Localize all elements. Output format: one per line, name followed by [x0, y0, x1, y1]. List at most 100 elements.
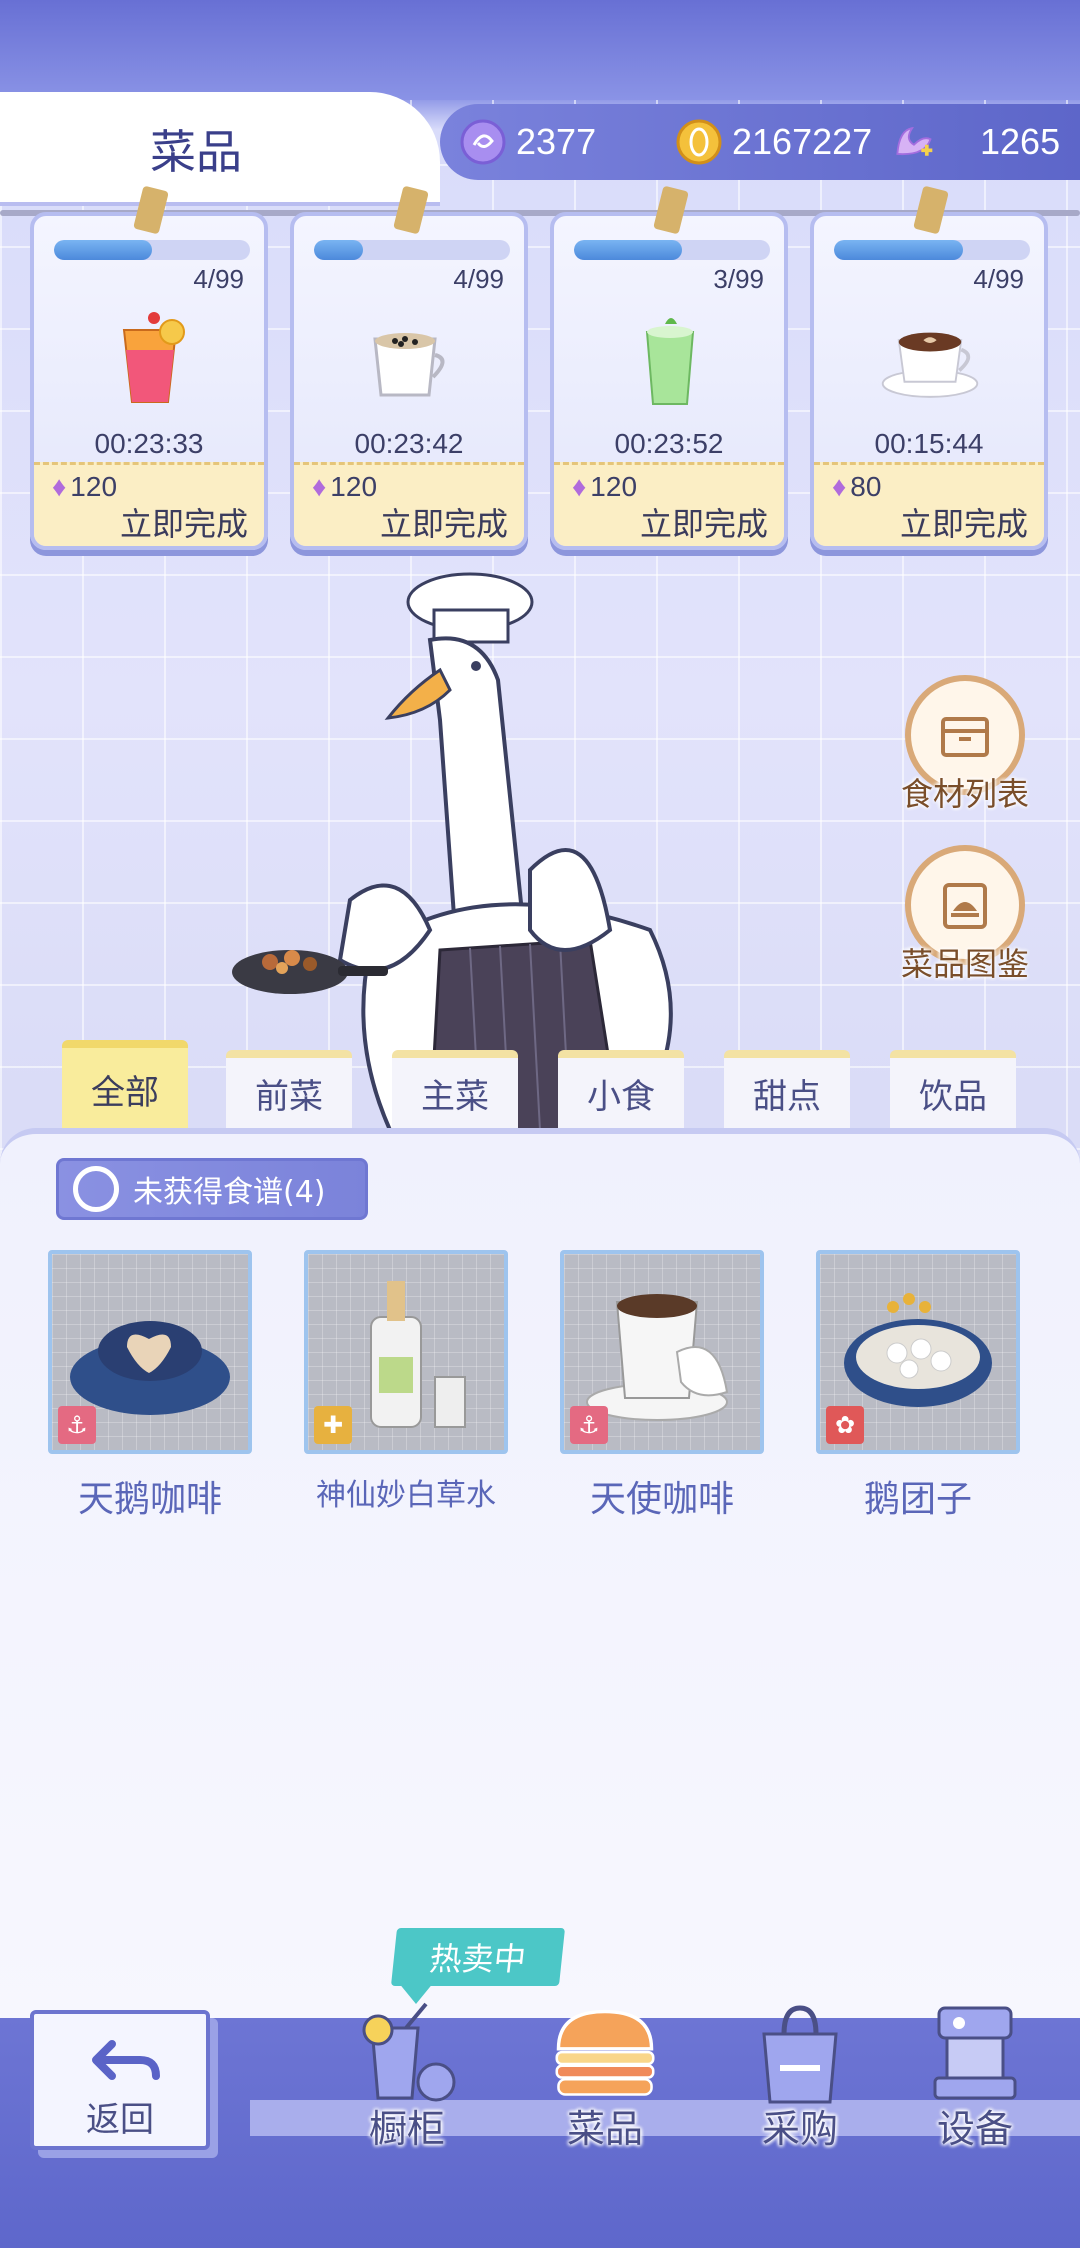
finish-now-label: 立即完成 — [379, 505, 508, 543]
recipe-name: 神仙妙白草水 — [316, 1478, 496, 1513]
ingredient-list-button[interactable]: 食材列表 — [900, 675, 1030, 825]
progress-bar — [834, 240, 1030, 260]
recipe-card[interactable]: ✿ 鹅团子 — [816, 1250, 1020, 1522]
tab-drinks[interactable]: 饮品 — [890, 1050, 1016, 1128]
recipe-book-label: 菜品图鉴 — [900, 945, 1029, 983]
cooking-slot-4[interactable]: 4/99 00:15:44 ♦ 80 立即完成 — [810, 185, 1048, 550]
back-button[interactable]: 返回 — [30, 2010, 210, 2150]
latte-art-cup-icon — [878, 308, 982, 412]
ingredient-list-label: 食材列表 — [900, 775, 1029, 813]
currency-gold-value: 2167227 — [732, 121, 873, 162]
back-label: 返回 — [86, 2100, 154, 2140]
currency-gem[interactable]: 1265 — [890, 104, 1060, 180]
swan-coffee-image: ⚓ — [48, 1250, 252, 1454]
finish-now-button[interactable]: ♦ 120 立即完成 — [294, 462, 524, 546]
finish-now-label: 立即完成 — [119, 505, 248, 543]
finish-now-button[interactable]: ♦ 120 立即完成 — [34, 462, 264, 546]
finish-now-label: 立即完成 — [639, 505, 768, 543]
currency-purple-value: 2377 — [516, 121, 597, 162]
nav-purchase-label: 采购 — [761, 2107, 838, 2151]
slot-timer: 00:23:52 — [614, 428, 724, 459]
currency-bar: 2377 2167227 1265 — [440, 104, 1080, 180]
nav-purchase[interactable]: 采购 — [725, 1998, 875, 2151]
anchor-icon: ⚓ — [58, 1406, 96, 1444]
shopping-bag-icon — [745, 1998, 855, 2108]
slot-count: 4/99 — [453, 264, 504, 294]
anchor-icon: ⚓ — [570, 1406, 608, 1444]
matcha-drink-icon — [618, 308, 722, 412]
top-strip — [0, 0, 1080, 100]
slot-count: 3/99 — [713, 264, 764, 294]
cost-value: 120 — [330, 471, 378, 502]
tab-main-course[interactable]: 主菜 — [392, 1050, 518, 1128]
cost: ♦ 80 — [832, 471, 881, 503]
slot-count: 4/99 — [193, 264, 244, 294]
herbal-water-image: ✚ — [304, 1250, 508, 1454]
nav-cabinet[interactable]: 橱柜 — [332, 1998, 482, 2151]
recipe-name: 天鹅咖啡 — [77, 1479, 222, 1520]
swan-gem-icon — [890, 119, 936, 165]
coffee-machine-icon — [920, 1998, 1030, 2108]
hot-selling-badge: 热卖中 — [390, 1928, 566, 1986]
cooking-slot-1[interactable]: 4/99 00:23:33 ♦ 120 立即完成 — [30, 185, 268, 550]
finish-now-button[interactable]: ♦ 80 立即完成 — [814, 462, 1044, 546]
unowned-recipes-filter-button[interactable]: 未获得食谱(4) — [56, 1158, 368, 1220]
gift-icon: ✿ — [826, 1406, 864, 1444]
header: 菜品 2377 2167227 1265 — [0, 92, 1080, 202]
goose-dumpling-image: ✿ — [816, 1250, 1020, 1454]
cost: ♦ 120 — [312, 471, 377, 503]
progress-bar — [54, 240, 250, 260]
drink-cabinet-icon — [352, 1998, 462, 2108]
page-title: 菜品 — [150, 125, 242, 179]
unowned-recipes-label: 未获得食谱(4) — [133, 1175, 326, 1210]
recipe-card[interactable]: ✚ 神仙妙白草水 — [304, 1250, 508, 1514]
swan-gem-icon: ♦ — [52, 471, 67, 502]
cost-value: 80 — [850, 471, 882, 502]
slot-timer: 00:23:42 — [354, 428, 464, 459]
cost-value: 120 — [70, 471, 118, 502]
cooking-slot-3[interactable]: 3/99 00:23:52 ♦ 120 立即完成 — [550, 185, 788, 550]
nav-dishes-label: 菜品 — [566, 2107, 643, 2151]
cost-value: 120 — [590, 471, 638, 502]
recipe-card[interactable]: ⚓ 天使咖啡 — [560, 1250, 764, 1522]
swan-gem-icon: ♦ — [572, 471, 587, 502]
recipe-name: 鹅团子 — [863, 1479, 972, 1520]
tab-all[interactable]: 全部 — [62, 1040, 188, 1130]
slot-timer: 00:23:33 — [94, 428, 204, 459]
finish-now-label: 立即完成 — [899, 505, 1028, 543]
swan-gem-icon: ♦ — [312, 471, 327, 502]
tab-snack[interactable]: 小食 — [558, 1050, 684, 1128]
nav-equipment-label: 设备 — [936, 2107, 1013, 2151]
orange-cocktail-icon — [98, 308, 202, 412]
nav-cabinet-label: 橱柜 — [368, 2107, 445, 2151]
recipe-book-button[interactable]: 菜品图鉴 — [900, 845, 1030, 995]
puzzle-icon: ✚ — [314, 1406, 352, 1444]
finish-now-button[interactable]: ♦ 120 立即完成 — [554, 462, 784, 546]
recipe-card[interactable]: ⚓ 天鹅咖啡 — [48, 1250, 252, 1522]
recipe-name: 天使咖啡 — [589, 1479, 734, 1520]
slot-timer: 00:15:44 — [874, 428, 984, 459]
tab-appetizer[interactable]: 前菜 — [226, 1050, 352, 1128]
cost: ♦ 120 — [52, 471, 117, 503]
currency-purple[interactable]: 2377 — [460, 104, 596, 180]
title-plate: 菜品 — [0, 92, 440, 202]
burger-icon — [550, 1998, 660, 2108]
swan-gem-icon: ♦ — [832, 471, 847, 502]
boba-milk-tea-icon — [358, 308, 462, 412]
nav-equipment[interactable]: 设备 — [900, 1998, 1050, 2151]
progress-bar — [574, 240, 770, 260]
refresh-icon — [73, 1166, 119, 1212]
angel-coffee-image: ⚓ — [560, 1250, 764, 1454]
progress-bar — [314, 240, 510, 260]
back-arrow-icon — [92, 2036, 162, 2098]
purple-swirl-coin-icon — [460, 119, 506, 165]
cost: ♦ 120 — [572, 471, 637, 503]
nav-dishes[interactable]: 菜品 — [530, 1998, 680, 2151]
goose-chef-illustration — [230, 570, 750, 1132]
currency-gem-value: 1265 — [980, 121, 1061, 162]
slot-count: 4/99 — [973, 264, 1024, 294]
currency-gold[interactable]: 2167227 — [676, 104, 872, 180]
tab-dessert[interactable]: 甜点 — [724, 1050, 850, 1128]
cooking-slot-2[interactable]: 4/99 00:23:42 ♦ 120 立即完成 — [290, 185, 528, 550]
gold-coin-icon — [676, 119, 722, 165]
